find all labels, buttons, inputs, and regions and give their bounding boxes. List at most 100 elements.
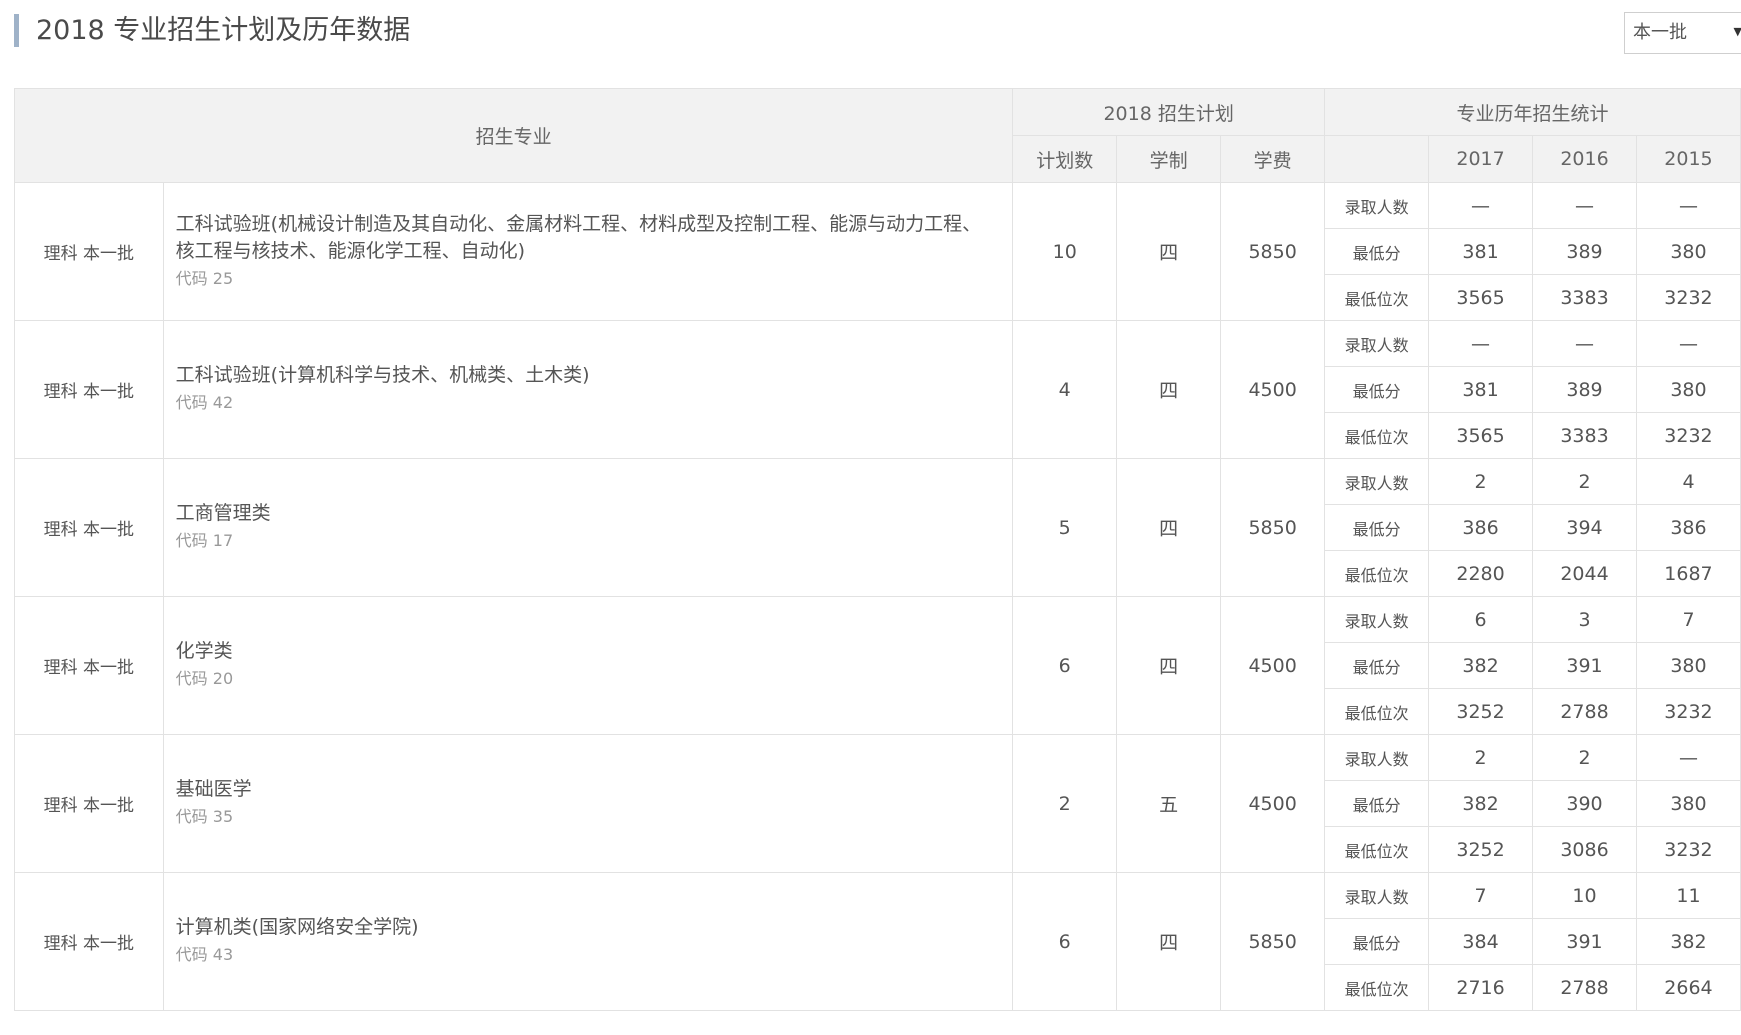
stat-cell: 2 [1532,458,1637,505]
metric-label: 最低位次 [1324,550,1430,597]
metric-label: 最低分 [1324,228,1430,275]
stat-cell: — [1635,320,1741,367]
batch-cell: 理科 本一批 [14,734,164,873]
plan-count-cell: 6 [1012,872,1118,1011]
major-name: 计算机类(国家网络安全学院) [175,916,419,938]
stat-cell: 3565 [1428,412,1534,459]
header-metric-blank [1324,135,1430,183]
duration-cell: 四 [1116,872,1222,1011]
stat-cell: — [1428,182,1534,229]
batch-cell: 理科 本一批 [14,182,164,321]
stat-cell: 381 [1428,228,1534,275]
table-row: 理科 本一批 计算机类(国家网络安全学院) 代码 43 6 四 5850 录取人数 7 10 11 [14,872,1741,1011]
stat-cell: 1687 [1635,550,1741,597]
major-cell: 化学类 代码 20 [162,596,1014,735]
stat-cell: 2044 [1532,550,1637,597]
stat-cell: 382 [1428,642,1534,689]
stat-cell: 389 [1532,366,1637,413]
metric-label: 最低分 [1324,504,1430,551]
table-row: 理科 本一批 工科试验班(机械设计制造及其自动化、金属材料工程、材料成型及控制工程… [14,182,1741,321]
major-cell: 计算机类(国家网络安全学院) 代码 43 [162,872,1014,1011]
stat-cell: 10 [1532,872,1637,919]
stat-cell: 7 [1635,596,1741,643]
metric-label: 最低位次 [1324,688,1430,735]
stat-cell: 3 [1532,596,1637,643]
major-name: 工科试验班(机械设计制造及其自动化、金属材料工程、材料成型及控制工程、能源与动力… [175,212,982,262]
stat-cell: 2788 [1532,688,1637,735]
major-code: 代码 35 [175,807,234,826]
metric-label: 最低分 [1324,918,1430,965]
stat-cell: 3232 [1635,826,1741,873]
metric-label: 录取人数 [1324,596,1430,643]
metric-label: 最低分 [1324,642,1430,689]
major-cell: 基础医学代码 35 [162,734,1014,873]
stat-cell: 391 [1532,642,1637,689]
stat-cell: 394 [1532,504,1637,551]
metric-label: 最低位次 [1324,412,1430,459]
metric-label: 录取人数 [1324,458,1430,505]
stat-cell: 391 [1532,918,1637,965]
tuition-cell: 5850 [1220,458,1326,597]
metric-label: 最低位次 [1324,274,1430,321]
header-year: 2015 [1635,135,1741,183]
stat-cell: 381 [1428,366,1534,413]
stat-cell: 386 [1635,504,1741,551]
stat-cell: 390 [1532,780,1637,827]
stat-cell: 6 [1428,596,1534,643]
table-row: 理科 本一批 化学类 代码 20 6 四 4500 录取人数 6 3 7 [14,596,1741,735]
stat-cell: 11 [1635,872,1741,919]
admission-table: 招生专业 2018 招生计划 专业历年招生统计 计划数 学制 学费 2017 2… [13,88,1741,1011]
stat-cell: 2280 [1428,550,1534,597]
header-tuition: 学费 [1220,135,1326,183]
stat-cell: 382 [1428,780,1534,827]
major-name: 化学类 [175,640,233,662]
duration-cell: 四 [1116,596,1222,735]
stat-cell: 380 [1635,642,1741,689]
major-name: 基础医学 [175,778,252,800]
metric-label: 最低分 [1324,366,1430,413]
header-duration: 学制 [1116,135,1222,183]
batch-select[interactable]: 本一批 ▼ [1624,12,1741,54]
stat-cell: 2 [1428,734,1534,781]
stat-cell: 389 [1532,228,1637,275]
plan-count-cell: 5 [1012,458,1118,597]
stat-cell: 3086 [1532,826,1637,873]
stat-cell: 386 [1428,504,1534,551]
metric-label: 最低位次 [1324,826,1430,873]
major-cell: 工科试验班(机械设计制造及其自动化、金属材料工程、材料成型及控制工程、能源与动力… [162,182,1014,321]
metric-label: 录取人数 [1324,872,1430,919]
table-row: 理科 本一批 工商管理类 代码 17 5 四 5850 录取人数 2 2 4 [14,458,1741,597]
table-row: 理科 本一批 工科试验班(计算机科学与技术、机械类、土木类) 代码 42 4 四 4500… [14,320,1741,459]
stat-cell: 382 [1635,918,1741,965]
stat-cell: — [1428,320,1534,367]
stat-cell: 380 [1635,228,1741,275]
stat-cell: 3232 [1635,274,1741,321]
batch-cell: 理科 本一批 [14,596,164,735]
stat-cell: 3252 [1428,826,1534,873]
title-accent-bar [14,14,19,47]
stat-cell: 2788 [1532,964,1637,1011]
batch-cell: 理科 本一批 [14,458,164,597]
stat-cell: 2664 [1635,964,1741,1011]
header-year: 2016 [1532,135,1637,183]
header-plan-group: 2018 招生计划 [1012,88,1326,136]
batch-select-value: 本一批 [1633,22,1687,43]
plan-count-cell: 4 [1012,320,1118,459]
stat-cell: 3565 [1428,274,1534,321]
metric-label: 录取人数 [1324,320,1430,367]
batch-cell: 理科 本一批 [14,872,164,1011]
duration-cell: 四 [1116,320,1222,459]
duration-cell: 四 [1116,182,1222,321]
header-year: 2017 [1428,135,1534,183]
page-title: 2018 专业招生计划及历年数据 [36,15,411,46]
duration-cell: 四 [1116,458,1222,597]
stat-cell: 3383 [1532,274,1637,321]
major-code: 代码 25 [175,268,234,288]
tuition-cell: 4500 [1220,734,1326,873]
major-name: 工商管理类 [175,502,271,524]
duration-cell: 五 [1116,734,1222,873]
stat-cell: — [1635,182,1741,229]
stat-cell: — [1532,320,1637,367]
tuition-cell: 4500 [1220,596,1326,735]
header-plan-count: 计划数 [1012,135,1118,183]
